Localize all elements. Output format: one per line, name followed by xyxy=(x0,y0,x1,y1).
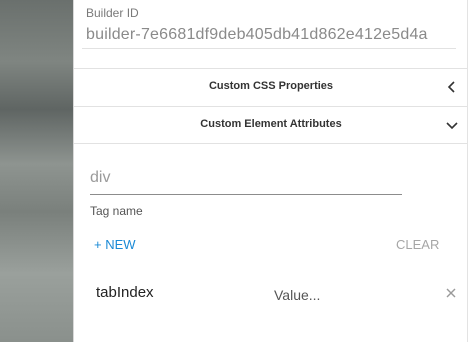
tag-name-label: Tag name xyxy=(90,204,143,218)
clear-attributes-button[interactable]: CLEAR xyxy=(396,237,439,252)
attribute-value-input[interactable] xyxy=(274,285,414,305)
background-canvas xyxy=(0,0,74,342)
section-custom-element-attributes[interactable]: Custom Element Attributes xyxy=(74,106,468,144)
builder-id-value: builder-7e6681df9deb405db41d862e412e5d4a xyxy=(86,26,428,43)
builder-id-underline xyxy=(82,48,456,49)
panel-scroll-edge xyxy=(467,0,474,342)
properties-panel: Builder ID builder-7e6681df9deb405db41d8… xyxy=(74,0,474,342)
chevron-left-icon[interactable] xyxy=(444,79,460,95)
attribute-name[interactable]: tabIndex xyxy=(96,284,154,301)
tag-name-input[interactable] xyxy=(90,162,402,195)
close-icon[interactable] xyxy=(444,286,458,300)
section-custom-css-properties[interactable]: Custom CSS Properties xyxy=(74,68,468,106)
chevron-down-icon[interactable] xyxy=(444,117,460,133)
builder-id-label: Builder ID xyxy=(86,6,139,20)
new-attribute-button[interactable]: + NEW xyxy=(94,237,136,252)
section-title: Custom CSS Properties xyxy=(208,80,334,92)
section-title: Custom Element Attributes xyxy=(200,118,342,130)
